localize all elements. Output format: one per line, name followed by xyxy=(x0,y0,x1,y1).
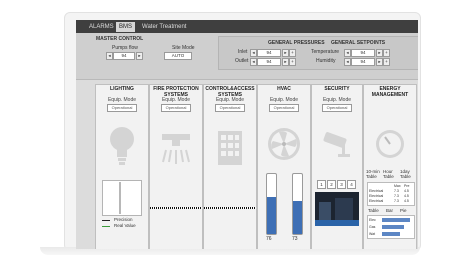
equip-mode-select[interactable]: Operational xyxy=(269,104,299,112)
app-screen: ALARMS BMS Water Treatment MASTER CONTRO… xyxy=(76,20,418,249)
fire-status-strip xyxy=(150,207,202,209)
tab-bar: ALARMS BMS Water Treatment xyxy=(76,20,418,33)
pumps-flow-select[interactable]: 94 xyxy=(113,52,135,60)
energy-bar-label: Wat xyxy=(369,232,376,236)
panel-energy: ENERGY MANAGEMENT 10-min Table Hour Tabl… xyxy=(363,84,417,249)
energy-table: Max Pre Electrical 7.3 4.5 Electrical 7.… xyxy=(367,182,415,206)
equip-mode-select[interactable]: Operational xyxy=(215,104,245,112)
security-camera-icon xyxy=(323,132,350,157)
equip-mode-label: Equip. Mode xyxy=(269,97,299,103)
equip-mode-select[interactable]: Operational xyxy=(322,104,352,112)
legend-real-value: Real Value xyxy=(114,223,136,228)
panel-control-access: CONTROL&ACCESS SYSTEMS Equip. Mode Opera… xyxy=(203,84,257,249)
sprinkler-icon xyxy=(162,134,190,164)
fan-icon xyxy=(268,128,300,160)
inlet-decrement-button[interactable]: ◂ xyxy=(250,49,257,57)
energy-bar xyxy=(382,232,400,236)
hvac-value-right: 73 xyxy=(292,236,298,242)
energy-bar-chart: Elec Gas Wat xyxy=(367,215,415,239)
control-header: MASTER CONTROL Pumps flow ◂ 94 ▸ Site Mo… xyxy=(76,33,418,80)
hvac-value-left: 76 xyxy=(266,236,272,242)
camera-selector: 1 2 3 4 xyxy=(317,180,357,189)
temperature-decrement-button[interactable]: ◂ xyxy=(344,49,351,57)
energy-view-bar[interactable]: Bar xyxy=(386,208,393,214)
camera-feed[interactable] xyxy=(315,192,359,226)
humidity-label: Humidity xyxy=(316,58,336,64)
energy-bar-label: Gas xyxy=(369,225,376,229)
inlet-select[interactable]: 94 xyxy=(257,49,281,57)
panel-title-lighting: LIGHTING xyxy=(110,86,134,92)
camera-3-button[interactable]: 3 xyxy=(337,180,346,189)
lighting-chart xyxy=(102,180,142,216)
access-status-strip xyxy=(204,207,256,209)
humidity-increment-button[interactable]: ▸ xyxy=(376,58,383,66)
keypad-icon xyxy=(218,131,242,165)
hvac-gauge-left xyxy=(266,173,277,235)
lightbulb-icon xyxy=(110,127,134,165)
energy-bar xyxy=(382,225,404,229)
panel-security: SECURITY Equip. Mode Operational 1 2 3 4 xyxy=(311,84,363,249)
camera-2-button[interactable]: 2 xyxy=(327,180,336,189)
outlet-select[interactable]: 94 xyxy=(257,58,281,66)
hvac-gauge-right-fill xyxy=(293,201,302,234)
general-pressures-title: GENERAL PRESSURES xyxy=(268,40,325,46)
panel-hvac: HVAC Equip. Mode Operational 76 73 xyxy=(257,84,311,249)
pumps-increment-button[interactable]: ▸ xyxy=(136,52,143,60)
energy-tab-10min[interactable]: 10-min Table xyxy=(366,169,382,179)
outlet-label: Outlet xyxy=(235,58,249,64)
panel-title-energy: ENERGY MANAGEMENT xyxy=(371,86,409,98)
general-setpoints-title: GENERAL SETPOINTS xyxy=(331,40,386,46)
hvac-gauge-left-fill xyxy=(267,197,276,234)
energy-row-max: 7.3 xyxy=(394,199,399,203)
temperature-label: Temperature xyxy=(311,49,340,55)
humidity-decrement-button[interactable]: ◂ xyxy=(344,58,351,66)
panel-title-security: SECURITY xyxy=(324,86,350,92)
temperature-select[interactable]: 94 xyxy=(351,49,375,57)
site-mode-label: Site Mode xyxy=(172,45,195,51)
humidity-select[interactable]: 94 xyxy=(351,58,375,66)
legend-precision-swatch xyxy=(102,220,110,221)
temperature-stepper-button[interactable]: + xyxy=(383,49,390,57)
energy-bar-label: Elec xyxy=(369,218,376,222)
panel-title-hvac: HVAC xyxy=(277,86,291,92)
equip-mode-label: Equip. Mode xyxy=(322,97,352,103)
panel-fire-protection: FIRE PROTECTION SYSTEMS Equip. Mode Oper… xyxy=(149,84,203,249)
equip-mode-label: Equip. Mode xyxy=(215,97,245,103)
outlet-decrement-button[interactable]: ◂ xyxy=(250,58,257,66)
camera-1-button[interactable]: 1 xyxy=(317,180,326,189)
pumps-flow-label: Pumps flow xyxy=(112,45,138,51)
equip-mode-select[interactable]: Operational xyxy=(107,104,137,112)
site-mode-select[interactable]: AUTO xyxy=(164,52,192,60)
temperature-increment-button[interactable]: ▸ xyxy=(376,49,383,57)
outlet-increment-button[interactable]: ▸ xyxy=(282,58,289,66)
inlet-label: Inlet xyxy=(238,49,248,55)
tab-water-treatment[interactable]: Water Treatment xyxy=(139,22,189,32)
energy-view-pie[interactable]: Pie xyxy=(400,208,407,214)
legend-real-value-swatch xyxy=(102,226,110,227)
tab-alarms[interactable]: ALARMS xyxy=(86,22,117,32)
energy-row-pre: 4.5 xyxy=(404,199,409,203)
tab-bms[interactable]: BMS xyxy=(116,22,136,32)
energy-view-table[interactable]: Table xyxy=(368,208,379,214)
pumps-decrement-button[interactable]: ◂ xyxy=(106,52,113,60)
energy-tab-hour[interactable]: Hour Table xyxy=(383,169,398,179)
equip-mode-label: Equip. Mode xyxy=(161,97,191,103)
energy-bar xyxy=(382,218,410,222)
inlet-stepper-button[interactable]: + xyxy=(289,49,296,57)
inlet-increment-button[interactable]: ▸ xyxy=(282,49,289,57)
outlet-stepper-button[interactable]: + xyxy=(289,58,296,66)
energy-tab-1day[interactable]: 1day Table xyxy=(400,169,414,179)
humidity-stepper-button[interactable]: + xyxy=(383,58,390,66)
master-control-title: MASTER CONTROL xyxy=(96,36,144,42)
hvac-gauge-right xyxy=(292,173,303,235)
panel-lighting: LIGHTING Equip. Mode Operational Precisi… xyxy=(95,84,149,249)
video-controls[interactable] xyxy=(315,220,359,226)
energy-row-name: Electrical xyxy=(369,199,384,203)
equip-mode-select[interactable]: Operational xyxy=(161,104,191,112)
gauge-icon xyxy=(376,130,404,158)
camera-4-button[interactable]: 4 xyxy=(347,180,356,189)
equip-mode-label: Equip. Mode xyxy=(107,97,137,103)
